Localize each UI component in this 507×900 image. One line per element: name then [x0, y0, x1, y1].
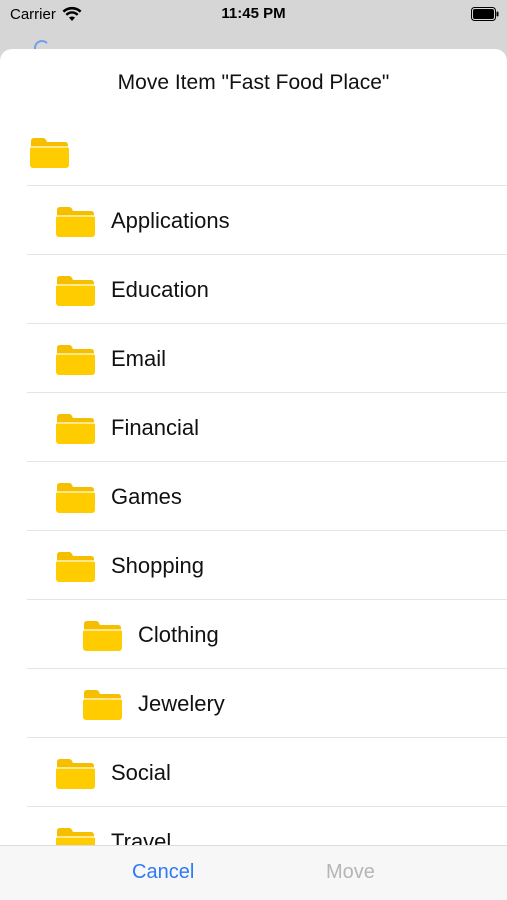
folder-row[interactable]: Clothing — [27, 600, 507, 669]
folder-row[interactable]: Financial — [27, 393, 507, 462]
folder-label: Jewelery — [138, 691, 225, 716]
folder-icon — [82, 689, 123, 721]
cancel-button[interactable]: Cancel — [132, 861, 194, 884]
folder-row[interactable] — [27, 117, 507, 186]
folder-icon — [55, 413, 96, 445]
folder-row[interactable]: Email — [27, 324, 507, 393]
bottom-toolbar: Cancel Move — [0, 845, 507, 900]
folder-icon — [55, 206, 96, 238]
folder-icon — [55, 758, 96, 790]
folder-icon — [82, 620, 123, 652]
folder-icon — [55, 551, 96, 583]
folder-label: Education — [111, 277, 209, 302]
folder-row[interactable]: Games — [27, 462, 507, 531]
folder-icon — [55, 827, 96, 846]
folder-list[interactable]: Applications Education Email Financial Games… — [0, 117, 507, 846]
folder-row[interactable]: Travel — [27, 807, 507, 846]
folder-icon — [55, 275, 96, 307]
folder-row[interactable]: Social — [27, 738, 507, 807]
sheet-title: Move Item "Fast Food Place" — [117, 71, 390, 94]
folder-icon — [55, 482, 96, 514]
phone-screen: Carrier 11:45 PM Move Item "Fast Food Pl… — [0, 0, 507, 900]
status-time: 11:45 PM — [221, 5, 286, 22]
move-button[interactable]: Move — [326, 861, 375, 884]
folder-icon — [55, 344, 96, 376]
folder-label: Email — [111, 346, 167, 371]
folder-row[interactable]: Shopping — [27, 531, 507, 600]
folder-label: Financial — [111, 415, 200, 440]
folder-label: Travel — [111, 829, 172, 846]
folder-label: Applications — [111, 208, 230, 233]
folder-label: Games — [111, 484, 182, 509]
folder-label: Shopping — [111, 553, 204, 578]
move-item-sheet: Move Item "Fast Food Place" Applications… — [0, 49, 507, 900]
folder-label: Social — [111, 760, 171, 785]
battery-icon — [471, 7, 499, 21]
folder-row[interactable]: Applications — [27, 186, 507, 255]
folder-row[interactable]: Jewelery — [27, 669, 507, 738]
folder-icon — [29, 137, 70, 169]
folder-row[interactable]: Education — [27, 255, 507, 324]
folder-label: Clothing — [138, 622, 219, 647]
status-bar: Carrier 11:45 PM — [0, 0, 507, 30]
